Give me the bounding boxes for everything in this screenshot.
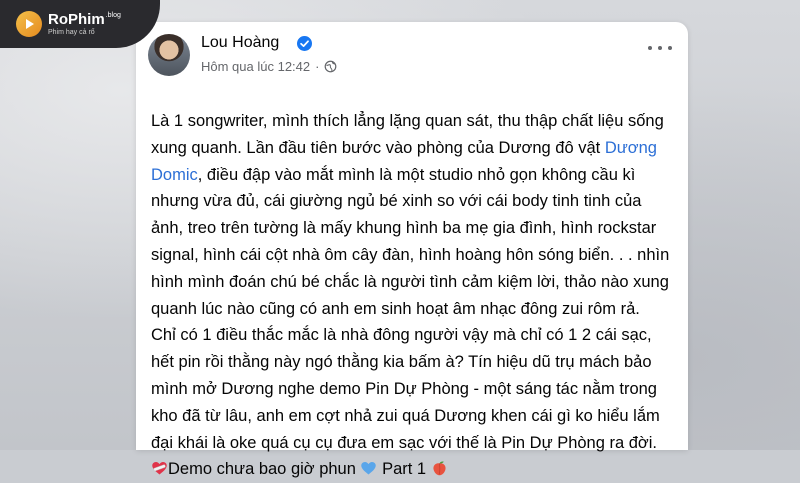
post-line: quanh lúc nào cũng có anh em sinh hoạt â… <box>151 299 640 318</box>
post-meta: Hôm qua lúc 12:42 · <box>201 59 337 74</box>
mention-link[interactable]: Dương <box>605 139 657 157</box>
rophim-watermark: RoPhim.blog Phim hay cả rổ <box>0 0 160 48</box>
post-line: kho đã từ lâu, anh em cợt nhả zui quá Dư… <box>151 406 660 425</box>
mending-heart-emoji-icon <box>152 462 167 475</box>
watermark-brand: RoPhim.blog <box>48 11 121 28</box>
post-line: mình mở Dương nghe demo Pin Dự Phòng - m… <box>151 379 657 398</box>
post-line-last: Demo chưa bao giờ phun Part 1 <box>151 456 681 483</box>
post-line: Domic, điều đập vào mắt mình là một stud… <box>151 165 636 184</box>
globe-icon[interactable] <box>324 60 337 73</box>
avatar[interactable] <box>148 34 190 76</box>
rophim-logo-icon <box>16 11 42 37</box>
post-timestamp[interactable]: Hôm qua lúc 12:42 <box>201 59 310 74</box>
post-line: hình mình đoán chú bé chắc là người tình… <box>151 272 669 291</box>
post-line: hết pin rồi thằng này ngó thằng kia bấm … <box>151 353 652 372</box>
facebook-post-card: Lou Hoàng Hôm qua lúc 12:42 · Là 1 songw… <box>136 22 688 478</box>
post-text: Là 1 songwriter, mình thích lẳng lặng qu… <box>151 108 681 483</box>
peach-emoji-icon <box>433 461 446 476</box>
more-dot <box>658 46 662 50</box>
post-line: nhưng vừa đủ, cái giường ngủ bé xinh so … <box>151 192 642 211</box>
post-line: Là 1 songwriter, mình thích lẳng lặng qu… <box>151 112 664 130</box>
more-options-button[interactable] <box>648 40 672 56</box>
verified-badge-icon <box>297 36 312 51</box>
meta-separator: · <box>315 59 320 74</box>
post-line: đại khái là oke quá cụ cụ đưa em sạc với… <box>151 433 657 452</box>
post-line: Chỉ có 1 điều thắc mắc là nhà đông người… <box>151 326 652 345</box>
post-line: ảnh, treo trên tường là mấy khung hình b… <box>151 219 657 238</box>
mention-link[interactable]: Domic <box>151 166 198 184</box>
author-name[interactable]: Lou Hoàng <box>201 34 279 52</box>
post-line: xung quanh. Lần đầu tiên bước vào phòng … <box>151 138 657 157</box>
watermark-tagline: Phim hay cả rổ <box>48 29 95 36</box>
more-dot <box>668 46 672 50</box>
blue-heart-emoji-icon <box>361 462 377 475</box>
post-line: signal, hình cái cột nhà ôm cây đàn, hìn… <box>151 245 670 264</box>
more-dot <box>648 46 652 50</box>
